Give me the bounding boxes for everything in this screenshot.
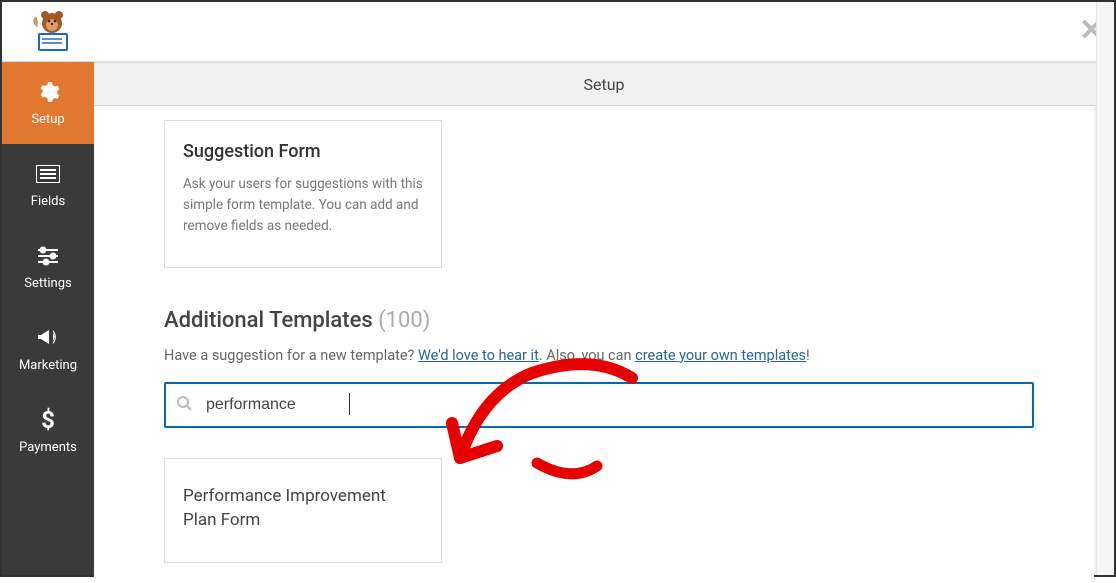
template-result-title: Performance Improvement Plan Form xyxy=(183,485,423,533)
create-own-link[interactable]: create your own templates xyxy=(635,347,806,364)
bullhorn-icon xyxy=(35,326,61,350)
sidebar-item-label: Setup xyxy=(31,112,64,127)
content-area: Setup Suggestion Form Ask your users for… xyxy=(94,62,1114,575)
dollar-icon: $ xyxy=(40,408,56,432)
app-header: ✕ xyxy=(2,2,1114,62)
list-icon xyxy=(36,162,60,186)
text-cursor xyxy=(349,393,350,415)
svg-text:$: $ xyxy=(41,407,55,433)
template-card-result[interactable]: Performance Improvement Plan Form xyxy=(164,458,442,564)
hear-it-link[interactable]: We'd love to hear it xyxy=(418,347,539,364)
suggestion-prompt: Have a suggestion for a new template? We… xyxy=(164,347,1034,364)
sidebar-item-setup[interactable]: Setup xyxy=(2,62,94,144)
template-search xyxy=(164,382,1034,428)
sidebar-item-label: Payments xyxy=(19,440,77,455)
sliders-icon xyxy=(36,244,60,268)
template-card-title: Suggestion Form xyxy=(183,141,423,162)
tab-setup[interactable]: Setup xyxy=(583,75,624,94)
sidebar-item-label: Marketing xyxy=(19,358,77,373)
app-logo xyxy=(18,9,78,55)
sidebar-item-marketing[interactable]: Marketing xyxy=(2,308,94,390)
sidebar-item-label: Fields xyxy=(31,194,65,209)
sidebar-item-payments[interactable]: $ Payments xyxy=(2,390,94,472)
search-input[interactable] xyxy=(164,382,1034,428)
template-card-suggestion[interactable]: Suggestion Form Ask your users for sugge… xyxy=(164,120,442,268)
search-icon xyxy=(176,395,192,415)
sidebar-item-label: Settings xyxy=(24,276,71,291)
sidebar-item-settings[interactable]: Settings xyxy=(2,226,94,308)
scrollbar[interactable] xyxy=(1096,2,1114,62)
scrollbar[interactable] xyxy=(1096,62,1114,575)
sidebar-item-fields[interactable]: Fields xyxy=(2,144,94,226)
template-card-desc: Ask your users for suggestions with this… xyxy=(183,174,423,237)
tab-bar: Setup xyxy=(94,62,1114,106)
sidebar: Setup Fields Settings Marketing $ Paymen… xyxy=(2,62,94,575)
gear-icon xyxy=(36,80,60,104)
additional-templates-heading: Additional Templates (100) xyxy=(164,308,1034,333)
